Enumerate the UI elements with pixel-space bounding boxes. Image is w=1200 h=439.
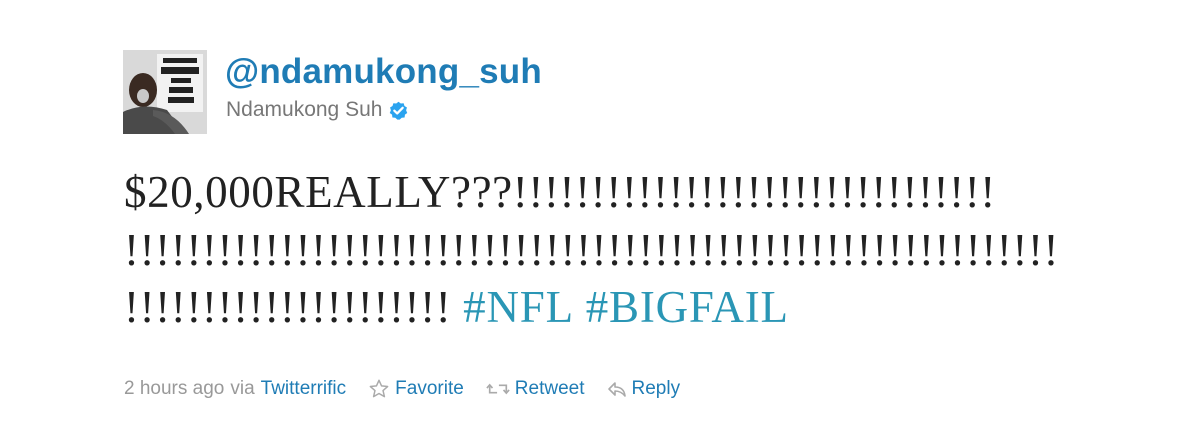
tweet-text-line-3-body: !!!!!!!!!!!!!!!!!!!!! xyxy=(124,282,452,332)
display-name[interactable]: Ndamukong Suh xyxy=(226,98,382,122)
favorite-label: Favorite xyxy=(395,378,464,399)
reply-button[interactable]: Reply xyxy=(607,378,681,400)
hashtag-nfl[interactable]: #NFL xyxy=(463,282,574,332)
reply-arrow-icon xyxy=(607,382,626,397)
client-link[interactable]: Twitterrific xyxy=(261,378,347,400)
retweet-button[interactable]: Retweet xyxy=(486,378,585,400)
tweet-text: $20,000REALLY???!!!!!!!!!!!!!!!!!!!!!!!!… xyxy=(124,164,1124,337)
tweet-text-line-1: $20,000REALLY???!!!!!!!!!!!!!!!!!!!!!!!!… xyxy=(124,167,996,217)
tweet-card: @ndamukong_suh Ndamukong Suh $20,000REAL… xyxy=(0,0,1200,439)
retweet-label: Retweet xyxy=(514,378,585,399)
timestamp[interactable]: 2 hours ago xyxy=(124,378,224,400)
avatar[interactable] xyxy=(123,50,207,134)
user-handle[interactable]: @ndamukong_suh xyxy=(225,52,542,92)
favorite-button[interactable]: Favorite xyxy=(368,378,464,400)
avatar-image xyxy=(123,50,207,134)
via-label: via xyxy=(230,378,255,399)
tweet-text-line-3: !!!!!!!!!!!!!!!!!!!!! #NFL #BIGFAIL xyxy=(124,279,1124,337)
verified-badge-icon xyxy=(389,101,408,120)
display-name-row: Ndamukong Suh xyxy=(226,96,408,124)
tweet-text-line-2: !!!!!!!!!!!!!!!!!!!!!!!!!!!!!!!!!!!!!!!!… xyxy=(124,224,1060,275)
retweet-icon xyxy=(486,383,510,395)
tweet-meta: 2 hours ago via Twitterrific Favorite Re… xyxy=(124,376,680,402)
hashtag-bigfail[interactable]: #BIGFAIL xyxy=(586,282,789,332)
star-icon xyxy=(369,379,389,398)
reply-label: Reply xyxy=(631,378,681,399)
